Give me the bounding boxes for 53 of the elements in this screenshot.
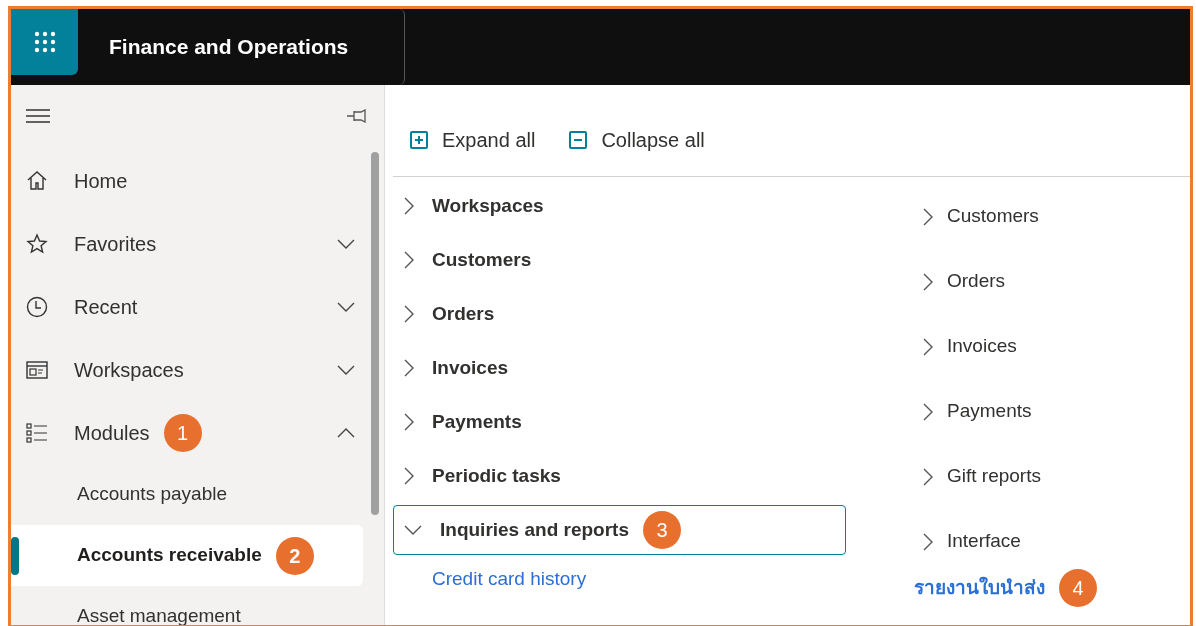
workspace-icon xyxy=(26,358,48,381)
callout-number: 3 xyxy=(643,511,681,549)
nav-item[interactable]: Favorites xyxy=(11,212,384,275)
nav-item[interactable]: Home xyxy=(11,149,384,212)
home-icon xyxy=(26,169,48,192)
callout-number: 2 xyxy=(275,536,314,575)
chevron-icon xyxy=(923,467,933,486)
clock-icon xyxy=(26,295,48,318)
list-icon xyxy=(26,421,48,444)
nav-item[interactable]: Modules 1 xyxy=(11,401,384,464)
app-launcher-icon xyxy=(33,31,56,53)
app-title: Finance and Operations xyxy=(109,34,349,61)
tree-group-item[interactable]: Workspaces xyxy=(393,181,846,231)
chevron-icon xyxy=(404,467,414,485)
tree-group-item[interactable]: Orders xyxy=(905,249,1190,314)
tree-group-item[interactable]: Orders xyxy=(393,289,846,339)
chevron-icon xyxy=(923,337,933,356)
link[interactable]: รายงานใบนำส่ง xyxy=(914,573,1045,603)
nav-item[interactable]: Workspaces xyxy=(11,338,384,401)
menu-icon[interactable] xyxy=(25,108,51,124)
chevron-icon xyxy=(923,207,933,226)
callout-number: 1 xyxy=(163,413,202,452)
tree-group-item[interactable]: Periodic tasks xyxy=(393,451,846,501)
tree-group-item[interactable]: Payments xyxy=(393,397,846,447)
expand-icon xyxy=(410,130,428,149)
tree-group-item[interactable]: Customers xyxy=(905,184,1190,249)
chevron-icon xyxy=(923,532,933,551)
tree-group-item[interactable]: Payments xyxy=(905,379,1190,444)
chevron-icon xyxy=(404,413,414,431)
chevron-icon xyxy=(923,402,933,421)
chevron-icon xyxy=(404,359,414,377)
tree-group-item[interactable]: Gift reports xyxy=(905,444,1190,509)
chevron-icon xyxy=(404,197,414,215)
nav-subitem[interactable]: Accounts receivable 2 xyxy=(11,525,363,586)
collapse-icon xyxy=(569,130,588,149)
tree-group-item[interactable]: Customers xyxy=(393,235,846,285)
tree-group-item[interactable]: Invoices xyxy=(393,343,846,393)
nav-subitem[interactable]: Accounts payable xyxy=(11,464,363,525)
collapse-all-button[interactable]: Collapse all xyxy=(569,124,705,155)
expand-all-button[interactable]: Expand all xyxy=(410,124,536,155)
chevron-icon xyxy=(404,305,414,323)
scrollbar[interactable] xyxy=(371,152,379,515)
callout-number: 4 xyxy=(1059,569,1097,607)
tree-group-item[interactable]: Invoices xyxy=(905,314,1190,379)
link[interactable]: Credit card history xyxy=(393,565,905,594)
chevron-icon xyxy=(404,525,422,535)
star-icon xyxy=(26,232,48,255)
selection-indicator xyxy=(11,537,19,575)
chevron-icon xyxy=(923,272,933,291)
tree-group-item[interactable]: Inquiries and reports 3 xyxy=(393,505,846,555)
chevron-icon xyxy=(404,251,414,269)
app-launcher-button[interactable] xyxy=(11,9,78,75)
nav-item[interactable]: Recent xyxy=(11,275,384,338)
